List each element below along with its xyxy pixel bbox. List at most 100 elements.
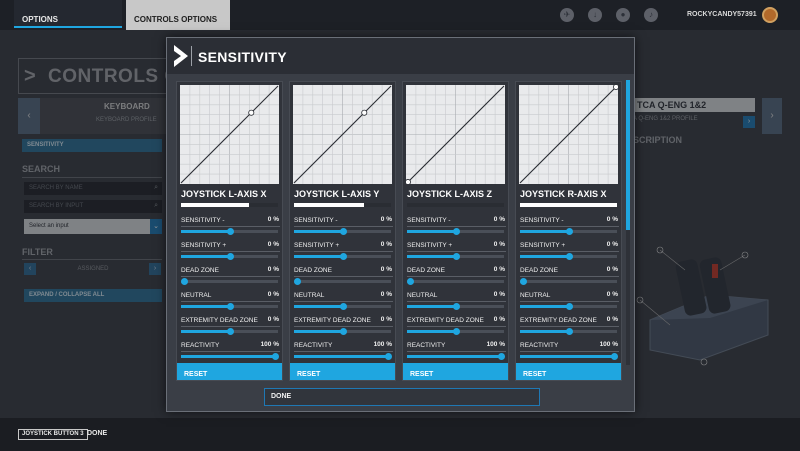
- setting-row: SENSITIVITY + 0 %: [520, 240, 619, 252]
- setting-slider[interactable]: [181, 353, 279, 360]
- setting-value: 0 %: [267, 266, 279, 273]
- notifications-icon[interactable]: ♪: [644, 8, 658, 22]
- axis-label: JOYSTICK R-AXIS X: [520, 189, 607, 199]
- setting-value: 100 %: [373, 341, 392, 348]
- setting-value: 0 %: [493, 291, 505, 298]
- setting-row: EXTREMITY DEAD ZONE 0 %: [294, 315, 393, 327]
- setting-value: 0 %: [606, 216, 618, 223]
- setting-row: SENSITIVITY - 0 %: [407, 215, 506, 227]
- setting-label: SENSITIVITY +: [294, 242, 340, 249]
- setting-reactivity: REACTIVITY 100 %: [181, 340, 280, 362]
- setting-slider[interactable]: [181, 253, 278, 260]
- reset-button[interactable]: RESET: [516, 363, 621, 380]
- setting-slider[interactable]: [407, 228, 504, 235]
- sensitivity-curve-graph[interactable]: [180, 85, 279, 184]
- setting-slider[interactable]: [520, 253, 617, 260]
- slider-handle[interactable]: [272, 353, 279, 360]
- username[interactable]: ROCKYCANDY57391: [687, 11, 757, 18]
- setting-row: DEAD ZONE 0 %: [294, 265, 393, 277]
- done-button[interactable]: DONE: [264, 388, 540, 406]
- slider-handle[interactable]: [565, 303, 573, 310]
- slider-fill: [181, 230, 230, 233]
- sensitivity-curve-graph[interactable]: [293, 85, 392, 184]
- axis-panel: JOYSTICK L-AXIS Y SENSITIVITY -0 % SENSITI…: [289, 81, 396, 381]
- download-icon[interactable]: ↓: [588, 8, 602, 22]
- slider-fill: [294, 355, 391, 358]
- slider-handle[interactable]: [339, 303, 347, 310]
- profile-icon[interactable]: ●: [616, 8, 630, 22]
- setting-slider[interactable]: [520, 328, 617, 335]
- slider-handle[interactable]: [520, 278, 527, 285]
- axis-input-fill: [520, 203, 617, 207]
- setting-sensitivity: SENSITIVITY - 0 %: [294, 215, 393, 237]
- avatar[interactable]: [762, 7, 778, 23]
- setting-label: NEUTRAL: [407, 292, 438, 299]
- setting-label: EXTREMITY DEAD ZONE: [181, 317, 258, 324]
- sensitivity-curve-graph[interactable]: [519, 85, 618, 184]
- slider-handle[interactable]: [226, 228, 234, 235]
- setting-row: DEAD ZONE 0 %: [520, 265, 619, 277]
- setting-slider[interactable]: [294, 328, 391, 335]
- setting-slider[interactable]: [520, 278, 617, 285]
- axis-position-marker: [361, 109, 368, 116]
- setting-label: REACTIVITY: [181, 342, 220, 349]
- setting-slider[interactable]: [181, 228, 278, 235]
- setting-slider[interactable]: [181, 278, 278, 285]
- slider-handle[interactable]: [498, 353, 505, 360]
- slider-handle[interactable]: [452, 328, 460, 335]
- setting-slider[interactable]: [520, 228, 617, 235]
- setting-sensitivity: SENSITIVITY + 0 %: [181, 240, 280, 262]
- slider-handle[interactable]: [226, 328, 234, 335]
- slider-handle[interactable]: [339, 253, 347, 260]
- setting-label: DEAD ZONE: [181, 267, 219, 274]
- slider-handle[interactable]: [226, 253, 234, 260]
- setting-slider[interactable]: [294, 353, 392, 360]
- setting-row: EXTREMITY DEAD ZONE 0 %: [520, 315, 619, 327]
- setting-slider[interactable]: [520, 303, 617, 310]
- setting-label: SENSITIVITY -: [181, 217, 225, 224]
- setting-slider[interactable]: [407, 303, 504, 310]
- tab-options[interactable]: OPTIONS: [14, 0, 122, 28]
- setting-slider[interactable]: [181, 328, 278, 335]
- setting-slider[interactable]: [407, 328, 504, 335]
- setting-row: NEUTRAL 0 %: [407, 290, 506, 302]
- sensitivity-curve-graph[interactable]: [406, 85, 505, 184]
- slider-handle[interactable]: [385, 353, 392, 360]
- axis-panel: JOYSTICK L-AXIS Z SENSITIVITY -0 % SENSITI…: [402, 81, 509, 381]
- sim-icon[interactable]: ✈: [560, 8, 574, 22]
- setting-slider[interactable]: [407, 353, 505, 360]
- reset-button[interactable]: RESET: [403, 363, 508, 380]
- setting-slider[interactable]: [181, 303, 278, 310]
- reset-button[interactable]: RESET: [177, 363, 282, 380]
- setting-sensitivity: SENSITIVITY - 0 %: [181, 215, 280, 237]
- slider-handle[interactable]: [611, 353, 618, 360]
- setting-value: 0 %: [493, 241, 505, 248]
- slider-handle[interactable]: [339, 228, 347, 235]
- setting-value: 0 %: [380, 241, 392, 248]
- setting-value: 0 %: [606, 266, 618, 273]
- slider-handle[interactable]: [181, 278, 188, 285]
- slider-handle[interactable]: [452, 303, 460, 310]
- slider-handle[interactable]: [339, 328, 347, 335]
- slider-handle[interactable]: [565, 328, 573, 335]
- slider-handle[interactable]: [407, 278, 414, 285]
- slider-handle[interactable]: [226, 303, 234, 310]
- slider-fill: [407, 355, 504, 358]
- reset-button[interactable]: RESET: [290, 363, 395, 380]
- setting-label: NEUTRAL: [181, 292, 212, 299]
- scrollbar-thumb[interactable]: [626, 80, 630, 230]
- slider-handle[interactable]: [565, 228, 573, 235]
- setting-slider[interactable]: [294, 278, 391, 285]
- setting-slider[interactable]: [407, 253, 504, 260]
- setting-slider[interactable]: [294, 228, 391, 235]
- setting-slider[interactable]: [520, 353, 618, 360]
- slider-handle[interactable]: [452, 228, 460, 235]
- setting-slider[interactable]: [294, 303, 391, 310]
- setting-slider[interactable]: [407, 278, 504, 285]
- slider-handle[interactable]: [294, 278, 301, 285]
- setting-row: SENSITIVITY + 0 %: [181, 240, 280, 252]
- slider-handle[interactable]: [565, 253, 573, 260]
- slider-handle[interactable]: [452, 253, 460, 260]
- tab-controls-options[interactable]: CONTROLS OPTIONS: [126, 0, 230, 30]
- setting-slider[interactable]: [294, 253, 391, 260]
